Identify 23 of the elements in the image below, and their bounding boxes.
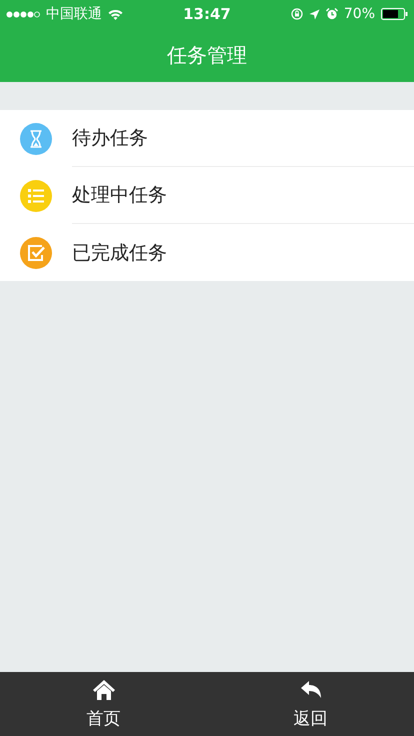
menu-label: 待办任务: [72, 110, 414, 167]
menu-item[interactable]: 待办任务: [0, 110, 414, 167]
status-time: 13:47: [183, 5, 231, 23]
carrier-name: 中国联通: [46, 5, 102, 23]
battery-icon: [381, 8, 408, 20]
menu-item[interactable]: 已完成任务: [0, 224, 414, 281]
menu-item[interactable]: 处理中任务: [0, 167, 414, 224]
checkbox-icon: [20, 236, 52, 268]
signal-icon: [6, 10, 40, 18]
rotation-lock-icon: [290, 8, 303, 20]
back-arrow-icon: [298, 678, 322, 700]
checklist-icon: [20, 180, 52, 212]
menu-label: 处理中任务: [72, 167, 414, 224]
wifi-icon: [108, 8, 123, 20]
menu-label: 已完成任务: [72, 240, 168, 266]
page-title: 任务管理: [167, 42, 247, 68]
tab-button[interactable]: 首页: [0, 672, 207, 736]
alarm-icon: [326, 8, 338, 20]
location-icon: [308, 8, 320, 20]
tab-button[interactable]: 返回: [207, 672, 414, 736]
battery-percent: 70%: [344, 6, 375, 22]
hourglass-icon: [20, 122, 52, 154]
home-icon: [92, 678, 116, 700]
